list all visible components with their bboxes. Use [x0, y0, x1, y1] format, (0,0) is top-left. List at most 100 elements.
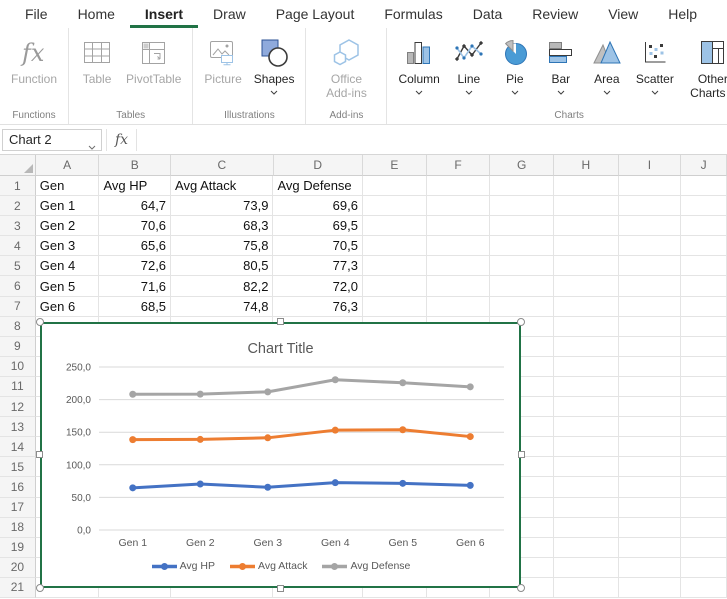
chart-resize-handle-top-left[interactable]	[36, 318, 44, 326]
cell-G6[interactable]	[490, 276, 554, 296]
chart-resize-handle-bottom-right[interactable]	[517, 584, 525, 592]
cell-A5[interactable]: Gen 4	[36, 256, 100, 276]
cell-I2[interactable]	[619, 196, 682, 216]
cell-J3[interactable]	[681, 216, 727, 236]
cell-F2[interactable]	[427, 196, 491, 216]
cell-G4[interactable]	[490, 236, 554, 256]
cell-H11[interactable]	[554, 377, 619, 397]
cell-B3[interactable]: 70,6	[99, 216, 171, 236]
cell-J20[interactable]	[681, 558, 727, 578]
formula-input[interactable]	[136, 129, 727, 151]
cell-J6[interactable]	[681, 276, 727, 296]
cell-H17[interactable]	[554, 498, 619, 518]
cell-C3[interactable]: 68,3	[171, 216, 273, 236]
cell-B4[interactable]: 65,6	[99, 236, 171, 256]
data-point-marker[interactable]	[332, 376, 339, 383]
cell-H6[interactable]	[554, 276, 619, 296]
cell-H15[interactable]	[554, 457, 619, 477]
cell-I9[interactable]	[619, 337, 682, 357]
cell-I7[interactable]	[619, 297, 682, 317]
cell-C6[interactable]: 82,2	[171, 276, 273, 296]
cell-F3[interactable]	[427, 216, 491, 236]
tab-formulas[interactable]: Formulas	[369, 0, 457, 28]
table-button[interactable]: Table	[75, 32, 119, 88]
name-box[interactable]: Chart 2	[2, 129, 102, 151]
cell-I19[interactable]	[619, 538, 682, 558]
cell-G1[interactable]	[490, 176, 554, 196]
data-point-marker[interactable]	[264, 388, 271, 395]
cell-J13[interactable]	[681, 417, 727, 437]
cell-I21[interactable]	[619, 578, 682, 598]
cell-J10[interactable]	[681, 357, 727, 377]
cell-J14[interactable]	[681, 437, 727, 457]
cell-H20[interactable]	[554, 558, 619, 578]
cell-H18[interactable]	[554, 518, 619, 538]
cell-H14[interactable]	[554, 437, 619, 457]
row-header-21[interactable]: 21	[0, 578, 36, 598]
cell-E5[interactable]	[363, 256, 427, 276]
cell-B7[interactable]: 68,5	[99, 297, 171, 317]
series-line-avg-defense[interactable]	[133, 380, 471, 394]
cell-J9[interactable]	[681, 337, 727, 357]
data-point-marker[interactable]	[129, 391, 136, 398]
data-point-marker[interactable]	[129, 484, 136, 491]
cell-I14[interactable]	[619, 437, 682, 457]
cell-B6[interactable]: 71,6	[99, 276, 171, 296]
select-all-corner[interactable]	[0, 155, 36, 176]
cell-F1[interactable]	[427, 176, 491, 196]
data-point-marker[interactable]	[197, 436, 204, 443]
row-header-14[interactable]: 14	[0, 437, 36, 457]
column-header-i[interactable]: I	[619, 155, 682, 176]
cell-A1[interactable]: Gen	[36, 176, 100, 196]
cell-D2[interactable]: 69,6	[273, 196, 363, 216]
chart-title[interactable]: Chart Title	[247, 341, 313, 357]
cell-F6[interactable]	[427, 276, 491, 296]
cell-I20[interactable]	[619, 558, 682, 578]
chart-resize-handle-top-right[interactable]	[517, 318, 525, 326]
cell-C2[interactable]: 73,9	[171, 196, 273, 216]
column-header-c[interactable]: C	[171, 155, 273, 176]
cell-I11[interactable]	[619, 377, 682, 397]
column-header-b[interactable]: B	[99, 155, 171, 176]
cell-J19[interactable]	[681, 538, 727, 558]
tab-page-layout[interactable]: Page Layout	[261, 0, 370, 28]
cell-I5[interactable]	[619, 256, 682, 276]
row-header-16[interactable]: 16	[0, 477, 36, 497]
legend-item-avg-defense[interactable]: Avg Defense	[321, 560, 410, 572]
row-header-4[interactable]: 4	[0, 236, 36, 256]
pivot-table-button[interactable]: PivotTable	[121, 32, 186, 88]
function-button[interactable]: fx Function	[6, 32, 62, 88]
tab-home[interactable]: Home	[63, 0, 130, 28]
cell-H8[interactable]	[554, 317, 619, 337]
data-point-marker[interactable]	[467, 482, 474, 489]
tab-review[interactable]: Review	[517, 0, 593, 28]
cell-J1[interactable]	[681, 176, 727, 196]
chart-resize-handle-top[interactable]	[277, 318, 284, 325]
data-point-marker[interactable]	[399, 480, 406, 487]
cell-J2[interactable]	[681, 196, 727, 216]
cell-D4[interactable]: 70,5	[273, 236, 363, 256]
legend-item-avg-attack[interactable]: Avg Attack	[229, 560, 307, 572]
cell-B2[interactable]: 64,7	[99, 196, 171, 216]
bar-chart-button[interactable]: Bar	[539, 32, 583, 100]
cell-G7[interactable]	[490, 297, 554, 317]
cell-E4[interactable]	[363, 236, 427, 256]
cell-J15[interactable]	[681, 457, 727, 477]
cell-I4[interactable]	[619, 236, 682, 256]
cell-I6[interactable]	[619, 276, 682, 296]
data-point-marker[interactable]	[399, 426, 406, 433]
cell-A6[interactable]: Gen 5	[36, 276, 100, 296]
cell-J12[interactable]	[681, 397, 727, 417]
cell-H10[interactable]	[554, 357, 619, 377]
area-chart-button[interactable]: Area	[585, 32, 629, 100]
cell-C7[interactable]: 74,8	[171, 297, 273, 317]
cell-I17[interactable]	[619, 498, 682, 518]
cell-I3[interactable]	[619, 216, 682, 236]
cell-H2[interactable]	[554, 196, 619, 216]
cell-G5[interactable]	[490, 256, 554, 276]
cell-A2[interactable]: Gen 1	[36, 196, 100, 216]
row-header-6[interactable]: 6	[0, 276, 36, 296]
series-line-avg-attack[interactable]	[133, 430, 471, 440]
cell-F5[interactable]	[427, 256, 491, 276]
cell-C1[interactable]: Avg Attack	[171, 176, 273, 196]
